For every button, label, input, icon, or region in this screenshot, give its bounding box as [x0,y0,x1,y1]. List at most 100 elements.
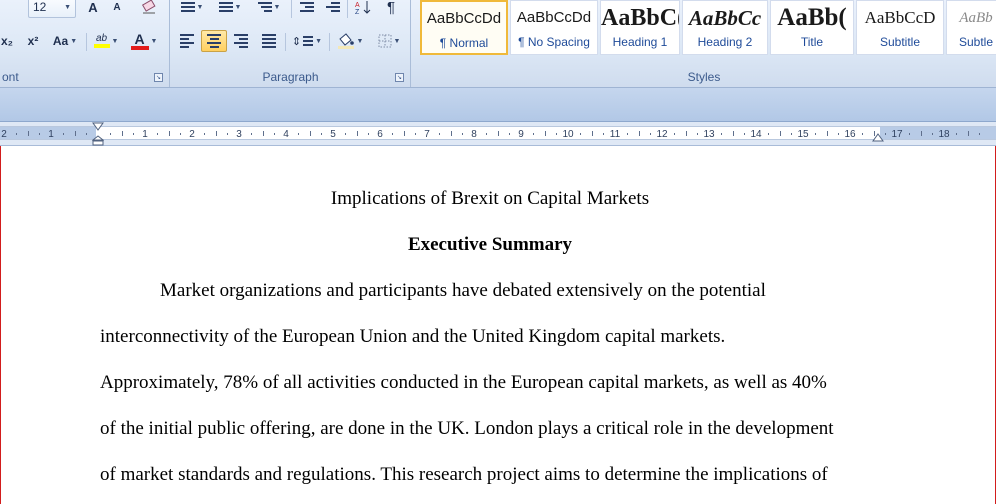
bullets-icon [180,2,195,12]
paragraph-line: of the initial public offering, are done… [100,418,834,439]
paragraph-dialog-launcher-icon[interactable]: ↘ [395,73,404,82]
style-heading-2[interactable]: AaBbCc Heading 2 [682,0,768,55]
style-sample: AaBbCcD [864,8,936,27]
style-name: Subtitle [879,35,921,49]
ribbon: 12 ▼ A A x₂ x² Aa ▼ ab ▼ A ▼ ont ↘ ▼ ▼ ▼… [0,0,996,88]
ruler-tick-mark [63,133,64,135]
ruler-tick-mark [75,131,76,136]
first-line-indent-marker-icon[interactable] [92,122,104,131]
font-group: 12 ▼ A A x₂ x² Aa ▼ ab ▼ A ▼ ont ↘ [0,0,170,87]
font-group-label: ont [2,70,19,84]
ruler-tick-label: 8 [471,129,477,140]
style-no-spacing[interactable]: AaBbCcDd ¶ No Spacing [510,0,598,55]
chevron-down-icon: ▼ [150,37,158,45]
align-center-icon [207,34,221,48]
ruler-tick-label: 1 [142,129,148,140]
style-normal[interactable]: AaBbCcDd ¶ Normal [420,0,508,55]
ruler-tick-mark [298,133,299,135]
style-heading-1[interactable]: AaBbC( Heading 1 [600,0,680,55]
multilevel-list-button[interactable]: ▼ [251,0,287,18]
show-hide-marks-button[interactable]: ¶ [379,0,403,18]
paragraph-line: Approximately, 78% of all activities con… [100,372,827,393]
style-sample: AaBbCc [688,6,762,30]
superscript-icon: x² [27,34,39,48]
svg-text:A: A [355,2,360,9]
align-left-button[interactable] [175,30,199,52]
ruler-tick-mark [580,133,581,135]
subscript-icon: x₂ [0,34,13,48]
shrink-font-button[interactable]: A [106,0,128,18]
change-case-button[interactable]: Aa ▼ [48,30,82,52]
ruler-tick-label: 7 [424,129,430,140]
line-spacing-icon: ⇕ [291,35,302,48]
style-subtle[interactable]: AaBb Subtle [946,0,996,55]
ruler-tick-mark [686,131,687,136]
paragraph-line: of market standards and regulations. Thi… [100,464,828,485]
decrease-indent-button[interactable] [295,0,319,18]
ruler-tick-mark [274,133,275,135]
ruler-tick-label: 11 [609,129,621,140]
ruler-tick-mark [674,133,675,135]
ruler-tick-mark [263,131,264,136]
ruler-tick-label: 5 [330,129,336,140]
font-dialog-launcher-icon[interactable]: ↘ [154,73,163,82]
ruler-tick-label: 4 [283,129,289,140]
grow-font-button[interactable]: A [82,0,104,18]
chevron-down-icon: ▼ [234,3,242,11]
style-sample: AaBbCcDd [516,9,592,26]
align-right-button[interactable] [229,30,253,52]
shading-button[interactable]: ▼ [331,30,369,52]
bullets-button[interactable]: ▼ [175,0,209,18]
align-left-icon [180,34,194,48]
ruler-tick-label: 15 [797,129,809,140]
style-subtitle[interactable]: AaBbCcD Subtitle [856,0,944,55]
ruler-tick-mark [251,133,252,135]
increase-indent-icon [326,2,340,12]
subscript-button[interactable]: x₂ [0,30,18,52]
ruler-tick-label: 13 [703,129,715,140]
font-color-button[interactable]: A ▼ [126,30,162,52]
ruler-tick-mark [439,133,440,135]
numbering-button[interactable]: ▼ [213,0,247,18]
ruler-track[interactable]: 2 1 1 2 3 4 5 6 7 8 9 10 11 12 13 14 15 16 17 18 [0,126,996,140]
ruler-tick-mark [321,133,322,135]
highlight-button[interactable]: ab ▼ [88,30,124,52]
ruler-tick-label: 9 [518,129,524,140]
ruler-tick-mark [744,133,745,135]
horizontal-ruler[interactable]: 2 1 1 2 3 4 5 6 7 8 9 10 11 12 13 14 15 16 17 18 [0,122,996,146]
style-name: Title [800,35,824,49]
highlight-color-swatch [93,44,110,48]
font-size-dropdown[interactable]: 12 ▼ [28,0,76,18]
superscript-button[interactable]: x² [22,30,44,52]
right-indent-marker-icon[interactable] [872,133,884,142]
ruler-tick-mark [216,131,217,136]
ribbon-bottom-band [0,88,996,122]
document-page[interactable]: Implications of Brexit on Capital Market… [0,146,996,504]
line-spacing-button[interactable]: ⇕ ▼ [289,30,325,52]
grow-font-icon: A [88,0,98,15]
ruler-tick-mark [39,133,40,135]
ruler-tick-label: 16 [844,129,856,140]
ruler-tick-mark [133,133,134,135]
ruler-tick-mark [110,133,111,135]
ruler-tick-label: 3 [236,129,242,140]
ruler-tick-mark [545,131,546,136]
sort-button[interactable]: A Z [351,0,375,18]
ruler-tick-label: 2 [189,129,195,140]
style-name: ¶ Normal [439,36,489,50]
border-grid-icon [378,34,392,48]
style-title[interactable]: AaBb( Title [770,0,854,55]
ruler-tick-mark [592,131,593,136]
ruler-tick-mark [28,131,29,136]
ruler-tick-mark [204,133,205,135]
clear-formatting-button[interactable] [136,0,162,18]
borders-button[interactable]: ▼ [371,30,407,52]
justify-button[interactable] [257,30,281,52]
increase-indent-button[interactable] [321,0,345,18]
ruler-tick-mark [921,131,922,136]
ruler-tick-label: 17 [891,129,903,140]
ruler-tick-mark [956,133,957,135]
align-center-button[interactable] [201,30,227,52]
ruler-tick-mark [122,131,123,136]
hanging-indent-marker-icon[interactable] [92,135,104,146]
